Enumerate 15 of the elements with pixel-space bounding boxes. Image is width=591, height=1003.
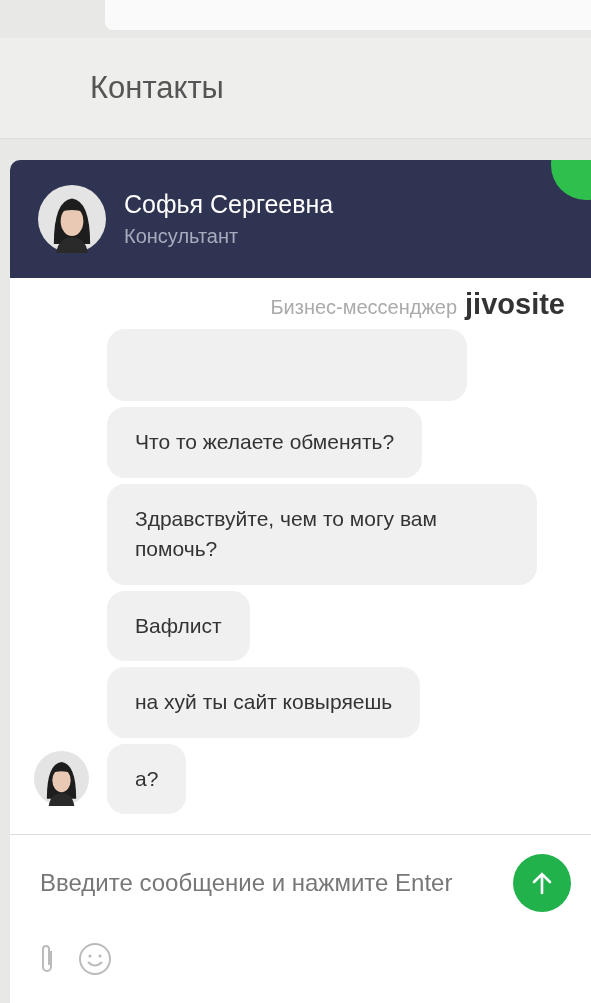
avatar-icon <box>38 185 106 253</box>
agent-name: Софья Сергеевна <box>124 190 334 219</box>
smiley-icon[interactable] <box>78 942 112 976</box>
message-bubble: на хуй ты сайт ковыряешь <box>107 667 421 738</box>
message-field[interactable]: Введите сообщение и нажмите Enter <box>38 867 503 898</box>
send-button[interactable] <box>513 853 571 912</box>
avatar-icon <box>34 751 89 807</box>
brand-logo[interactable]: jivosite <box>465 288 565 321</box>
page-heading: Контакты <box>90 70 224 106</box>
agent-role: Консультант <box>124 225 240 248</box>
branding-caption: Бизнес-мессенджер <box>270 296 458 319</box>
message-bubble: Что то желаете обменять? <box>107 407 423 478</box>
message-bubble: а? <box>107 743 187 814</box>
message-bubble: Здравствуйте, чем то могу вам помочь? <box>107 483 537 585</box>
message-bubble: Вафлист <box>107 590 250 662</box>
